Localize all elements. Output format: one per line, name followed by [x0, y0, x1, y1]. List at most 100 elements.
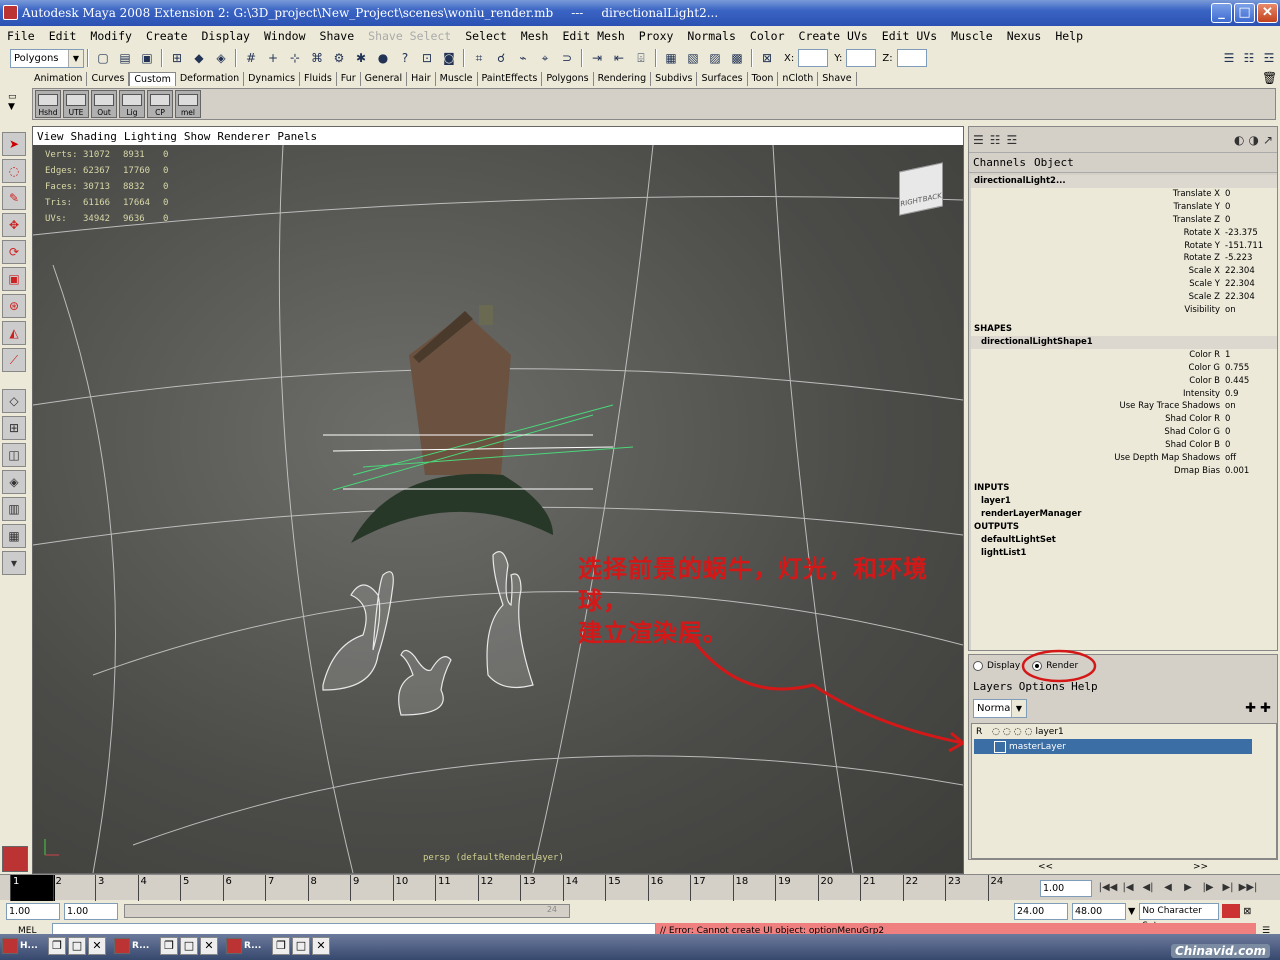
frame-tick[interactable]: 14	[562, 875, 578, 901]
frame-tick[interactable]: 22	[902, 875, 918, 901]
tab-polygons[interactable]: Polygons	[542, 72, 594, 86]
new-layer-selected-icon[interactable]: ✚	[1260, 701, 1271, 716]
frame-tick[interactable]: 8	[307, 875, 317, 901]
taskbar-item[interactable]: H... ❐ □ ✕	[2, 935, 108, 957]
hypershade-layout-icon[interactable]: ▦	[2, 524, 26, 548]
channel-attr-row[interactable]: Shad Color G0	[971, 426, 1277, 439]
tool-settings-icon[interactable]: ☷	[1240, 49, 1258, 67]
tab-surfaces[interactable]: Surfaces	[697, 72, 748, 86]
display-layer-radio[interactable]: Display	[973, 661, 1020, 671]
tab-deformation[interactable]: Deformation	[176, 72, 245, 86]
menu-select[interactable]: Select	[458, 29, 514, 43]
time-ruler[interactable]: 1 2 3 4 5 6 7 8 9 10 11 12 13 14 15 16 17 18 19 20 21 22 23 24	[10, 875, 1035, 901]
render-frame-icon[interactable]: ▦	[662, 49, 680, 67]
frame-tick[interactable]: 12	[477, 875, 493, 901]
trash-icon[interactable]: 🗑	[1262, 71, 1277, 85]
sphere-icon[interactable]: ●	[374, 49, 392, 67]
persp-graph-icon[interactable]: ▥	[2, 497, 26, 521]
attr-value[interactable]: 0	[1223, 201, 1277, 214]
tab-fur[interactable]: Fur	[337, 72, 361, 86]
layer-menu-layers[interactable]: Layers	[973, 680, 1013, 693]
menu-normals[interactable]: Normals	[680, 29, 742, 43]
channel-attr-row[interactable]: Color R1	[971, 349, 1277, 362]
attr-value[interactable]: 22.304	[1223, 278, 1277, 291]
attr-value[interactable]: 0	[1223, 439, 1277, 452]
channel-attr-row[interactable]: Translate Z0	[971, 214, 1277, 227]
channel-attr-row[interactable]: Shad Color B0	[971, 439, 1277, 452]
attr-value[interactable]: on	[1223, 304, 1277, 317]
snap-grid-icon[interactable]: #	[242, 49, 260, 67]
rotate-tool-icon[interactable]: ⟳	[2, 240, 26, 264]
render-settings-icon[interactable]: ⌁	[514, 49, 532, 67]
frame-tick[interactable]: 2	[52, 875, 62, 901]
menu-mesh[interactable]: Mesh	[514, 29, 556, 43]
play-backwards-icon[interactable]: ◀	[1158, 879, 1178, 897]
z-field[interactable]	[896, 49, 927, 67]
go-to-end-icon[interactable]: ▶▶|	[1238, 879, 1258, 897]
anim-prefs-icon[interactable]: ⊠	[1243, 906, 1251, 917]
time-slider[interactable]: 1 2 3 4 5 6 7 8 9 10 11 12 13 14 15 16 17 18 19 20 21 22 23 24 …	[0, 874, 1280, 901]
ipr-icon[interactable]: ☌	[492, 49, 510, 67]
frame-tick[interactable]: 10	[392, 875, 408, 901]
select-tool-icon[interactable]: ➤	[2, 132, 26, 156]
layer-name[interactable]: layer1	[1035, 727, 1063, 737]
two-view-icon[interactable]: ◫	[2, 443, 26, 467]
layer-row-masterLayer[interactable]: masterLayer	[974, 739, 1252, 754]
channel-menu-channels[interactable]: Channels	[973, 156, 1026, 169]
close-button[interactable]: ✕	[1257, 3, 1278, 23]
channel-attr-row[interactable]: Use Depth Map Shadows off	[971, 452, 1277, 465]
maximize-icon[interactable]: □	[180, 937, 198, 955]
single-view-icon[interactable]: ◇	[2, 389, 26, 413]
transform-mode-icon[interactable]: ⊠	[758, 49, 776, 67]
viewport-menu-view[interactable]: View	[37, 130, 64, 143]
tab-custom[interactable]: Custom	[129, 72, 176, 86]
restore-icon[interactable]: ❐	[48, 937, 66, 955]
clapboard-ipr-icon[interactable]: ▨	[706, 49, 724, 67]
channel-attr-row[interactable]: Rotate X -23.375	[971, 227, 1277, 240]
hypershade-icon[interactable]: ⌖	[536, 49, 554, 67]
channel-attr-row[interactable]: Scale X 22.304	[971, 265, 1277, 278]
edit-icon[interactable]: ↗	[1263, 133, 1273, 147]
construction-history-icon[interactable]: ⌗	[470, 49, 488, 67]
tab-painteffects[interactable]: PaintEffects	[478, 72, 543, 86]
shelf-button-ute[interactable]: UTE	[63, 90, 89, 118]
menu-window[interactable]: Window	[257, 29, 313, 43]
menu-nexus[interactable]: Nexus	[1000, 29, 1049, 43]
close-icon[interactable]: ✕	[312, 937, 330, 955]
history-icon[interactable]: ✱	[352, 49, 370, 67]
frame-tick[interactable]: 4	[137, 875, 147, 901]
frame-tick[interactable]: 1	[10, 875, 55, 901]
attr-value[interactable]: off	[1223, 452, 1277, 465]
save-scene-icon[interactable]: ▣	[138, 49, 156, 67]
material-icon[interactable]: ◌	[1014, 727, 1022, 737]
frame-tick[interactable]: 9	[350, 875, 359, 901]
attr-value[interactable]: on	[1223, 400, 1277, 413]
y-field[interactable]	[846, 49, 877, 67]
attr-value[interactable]: 0.755	[1223, 362, 1277, 375]
viewport-menu-renderer[interactable]: Renderer	[217, 130, 270, 143]
frame-tick[interactable]: 15	[605, 875, 621, 901]
group-icon[interactable]: ◌	[1025, 727, 1033, 737]
scroll-left-icon[interactable]: <<	[1038, 862, 1053, 874]
shelf-menu[interactable]: ▭ ▼	[8, 92, 28, 120]
menu-create[interactable]: Create	[139, 29, 195, 43]
attr-value[interactable]: 1	[1223, 349, 1277, 362]
tab-rendering[interactable]: Rendering	[594, 72, 652, 86]
paint-select-icon[interactable]: ✎	[2, 186, 26, 210]
auto-key-icon[interactable]	[1222, 904, 1241, 918]
shelf-button-out[interactable]: Out	[91, 90, 117, 118]
channel-attr-row[interactable]: Shad Color R0	[971, 413, 1277, 426]
menu-proxy[interactable]: Proxy	[632, 29, 681, 43]
play-forwards-icon[interactable]: ▶	[1178, 879, 1198, 897]
step-forward-frame-icon[interactable]: |▶	[1198, 879, 1218, 897]
attr-value[interactable]: -23.375	[1223, 227, 1277, 240]
shape-node-name[interactable]: directionalLightShape1	[971, 335, 1277, 349]
frame-tick[interactable]: 16	[647, 875, 663, 901]
tab-ncloth[interactable]: nCloth	[778, 72, 819, 86]
live-surface-icon[interactable]: ⚙	[330, 49, 348, 67]
minimize-button[interactable]: _	[1211, 3, 1232, 23]
frame-tick[interactable]: 18	[732, 875, 748, 901]
magnet-icon[interactable]: ⊃	[558, 49, 576, 67]
input-node[interactable]: layer1	[971, 495, 1277, 508]
attr-value[interactable]: 22.304	[1223, 291, 1277, 304]
